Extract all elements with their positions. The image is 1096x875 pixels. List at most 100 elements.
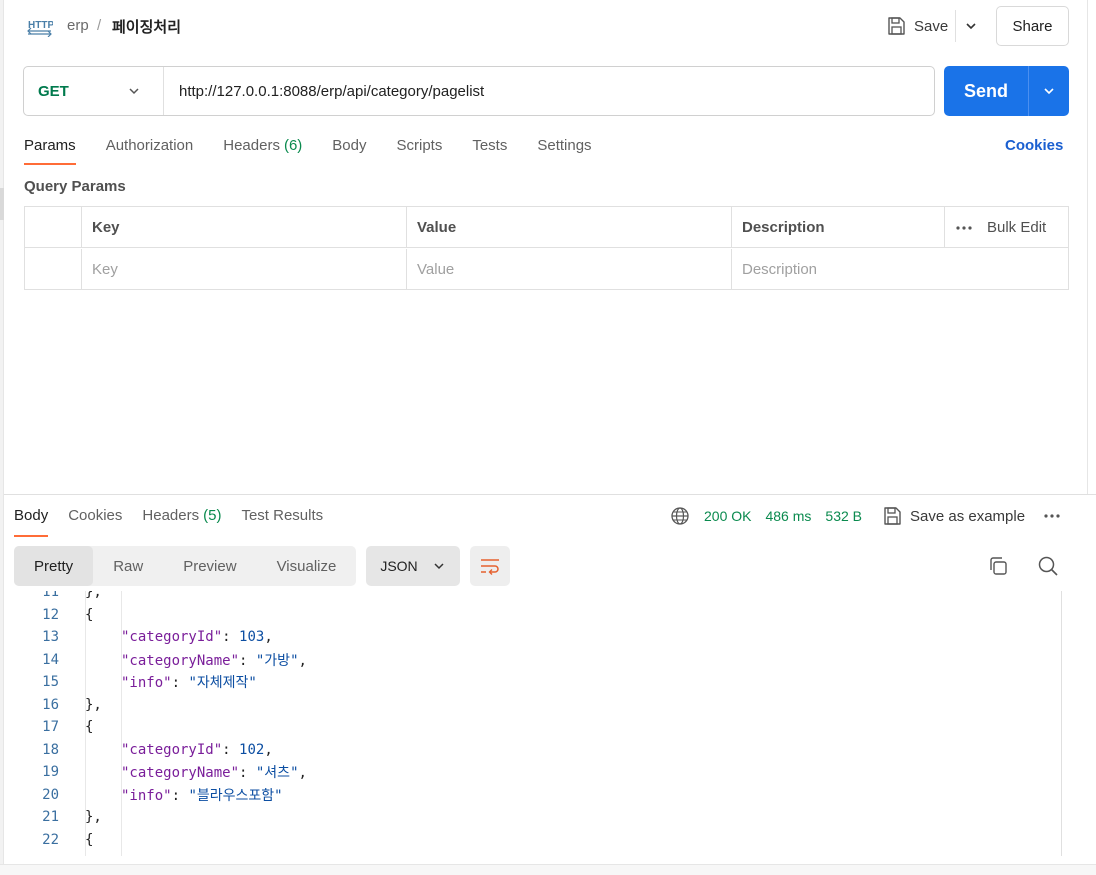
save-as-example-label: Save as example xyxy=(910,507,1026,525)
send-options-dropdown[interactable] xyxy=(1028,66,1069,116)
globe-icon[interactable] xyxy=(670,506,690,526)
column-header-key: Key xyxy=(82,207,407,248)
response-tabs: Body Cookies Headers (5) Test Results xyxy=(14,503,343,537)
json-number: 103 xyxy=(239,629,265,645)
sidebar-marker xyxy=(0,188,4,220)
tab-label: Body xyxy=(14,507,49,524)
save-as-example-button[interactable]: Save as example xyxy=(882,506,1025,526)
response-meta: 200 OK 486 ms 532 B Save as example xyxy=(670,504,1061,528)
code-line: 13 "categoryId": 103, xyxy=(4,626,273,648)
code-line: 16}, xyxy=(4,694,102,716)
breadcrumb-collection[interactable]: erp xyxy=(67,17,89,34)
code-text: { xyxy=(59,607,93,623)
cookies-link[interactable]: Cookies xyxy=(1005,137,1063,154)
json-punctuation: : xyxy=(222,741,240,758)
save-options-dropdown[interactable] xyxy=(955,10,985,42)
tab-label: Scripts xyxy=(396,137,443,154)
row-checkbox-cell xyxy=(25,249,82,290)
tab-scripts[interactable]: Scripts xyxy=(397,133,443,165)
tab-label: Body xyxy=(332,137,367,154)
line-number: 18 xyxy=(42,741,59,758)
response-tab-test-results[interactable]: Test Results xyxy=(241,503,323,537)
code-text: { xyxy=(59,832,93,848)
tab-headers[interactable]: Headers (6) xyxy=(223,133,302,165)
column-header-description: Description xyxy=(732,207,945,248)
code-text: "categoryId": 103, xyxy=(59,629,273,645)
line-number: 20 xyxy=(42,786,59,803)
table-actions: Bulk Edit xyxy=(945,207,1068,248)
share-button[interactable]: Share xyxy=(996,6,1069,46)
breadcrumb-separator: / xyxy=(97,17,102,34)
response-time[interactable]: 486 ms xyxy=(765,508,811,524)
code-text: "categoryId": 102, xyxy=(59,742,273,758)
tab-label: Params xyxy=(24,137,76,154)
request-name[interactable]: 페이징처리 xyxy=(112,16,181,37)
json-punctuation: , xyxy=(298,765,307,781)
right-divider xyxy=(1087,0,1088,495)
tab-authorization[interactable]: Authorization xyxy=(106,133,194,165)
chevron-down-icon xyxy=(965,23,976,30)
json-punctuation: { xyxy=(85,606,94,623)
view-preview[interactable]: Preview xyxy=(163,546,256,586)
more-options-icon[interactable] xyxy=(1043,513,1061,519)
bulk-edit-button[interactable]: Bulk Edit xyxy=(987,219,1046,236)
format-select[interactable]: JSON xyxy=(366,546,461,586)
query-params-title: Query Params xyxy=(24,178,126,195)
copy-icon[interactable] xyxy=(987,555,1009,577)
response-body-code[interactable]: 11}, 12{13 "categoryId": 103, 14 "categoryNa… xyxy=(4,591,1062,856)
chevron-down-icon xyxy=(1044,88,1054,95)
save-icon xyxy=(884,507,901,525)
code-line: 11}, xyxy=(4,591,102,603)
view-visualize[interactable]: Visualize xyxy=(257,546,357,586)
tab-label: Authorization xyxy=(105,137,194,154)
tab-settings[interactable]: Settings xyxy=(537,133,591,165)
table-header-row: Key Value Description Bulk Edit xyxy=(25,207,1068,248)
tab-params[interactable]: Params xyxy=(24,133,76,165)
search-icon[interactable] xyxy=(1037,555,1059,577)
view-pretty[interactable]: Pretty xyxy=(14,546,94,586)
key-input[interactable]: Key xyxy=(82,249,407,290)
json-string: "자체제작" xyxy=(188,675,257,691)
url-input[interactable] xyxy=(164,82,924,100)
json-punctuation: { xyxy=(85,831,94,848)
code-line: 18 "categoryId": 102, xyxy=(4,739,273,761)
code-line: 21}, xyxy=(4,806,102,828)
save-button[interactable]: Save xyxy=(880,10,954,42)
send-button[interactable]: Send xyxy=(944,66,1069,116)
view-raw[interactable]: Raw xyxy=(93,546,163,586)
http-icon: HTTP xyxy=(27,20,53,37)
code-line: 12 { xyxy=(4,604,93,626)
response-tab-body[interactable]: Body xyxy=(14,503,49,537)
code-text: }, xyxy=(59,697,102,713)
column-header-value: Value xyxy=(407,207,732,248)
response-size[interactable]: 532 B xyxy=(825,508,862,524)
code-text: "info": "자체제작" xyxy=(59,672,257,692)
response-tab-headers[interactable]: Headers (5) xyxy=(142,503,221,537)
line-number: 17 xyxy=(42,719,59,735)
more-options-icon[interactable] xyxy=(955,225,973,231)
response-divider[interactable] xyxy=(4,494,1096,495)
status-bar xyxy=(0,864,1096,875)
save-label: Save xyxy=(914,17,949,35)
json-punctuation: }, xyxy=(85,809,102,825)
json-key: "categoryName" xyxy=(121,765,240,781)
code-text: "categoryName": "가방", xyxy=(59,650,307,670)
response-tab-cookies[interactable]: Cookies xyxy=(68,503,122,537)
method-select[interactable]: GET xyxy=(24,67,164,115)
line-number: 14 xyxy=(42,651,59,668)
json-punctuation: : xyxy=(239,765,256,781)
value-input[interactable]: Value xyxy=(407,249,732,290)
status-badge[interactable]: 200 OK xyxy=(704,508,751,524)
url-bar: GET xyxy=(23,66,935,116)
json-key: "info" xyxy=(121,787,172,804)
wrap-lines-button[interactable] xyxy=(470,546,511,586)
chevron-down-icon xyxy=(434,563,444,570)
json-punctuation: }, xyxy=(85,696,102,713)
json-key: "categoryId" xyxy=(121,629,223,645)
tab-tests[interactable]: Tests xyxy=(472,133,507,165)
code-line: 17 { xyxy=(4,716,93,738)
description-input[interactable]: Description xyxy=(732,249,1069,290)
tab-label: Headers xyxy=(142,507,200,524)
tab-body[interactable]: Body xyxy=(332,133,366,165)
svg-text:HTTP: HTTP xyxy=(28,20,53,31)
